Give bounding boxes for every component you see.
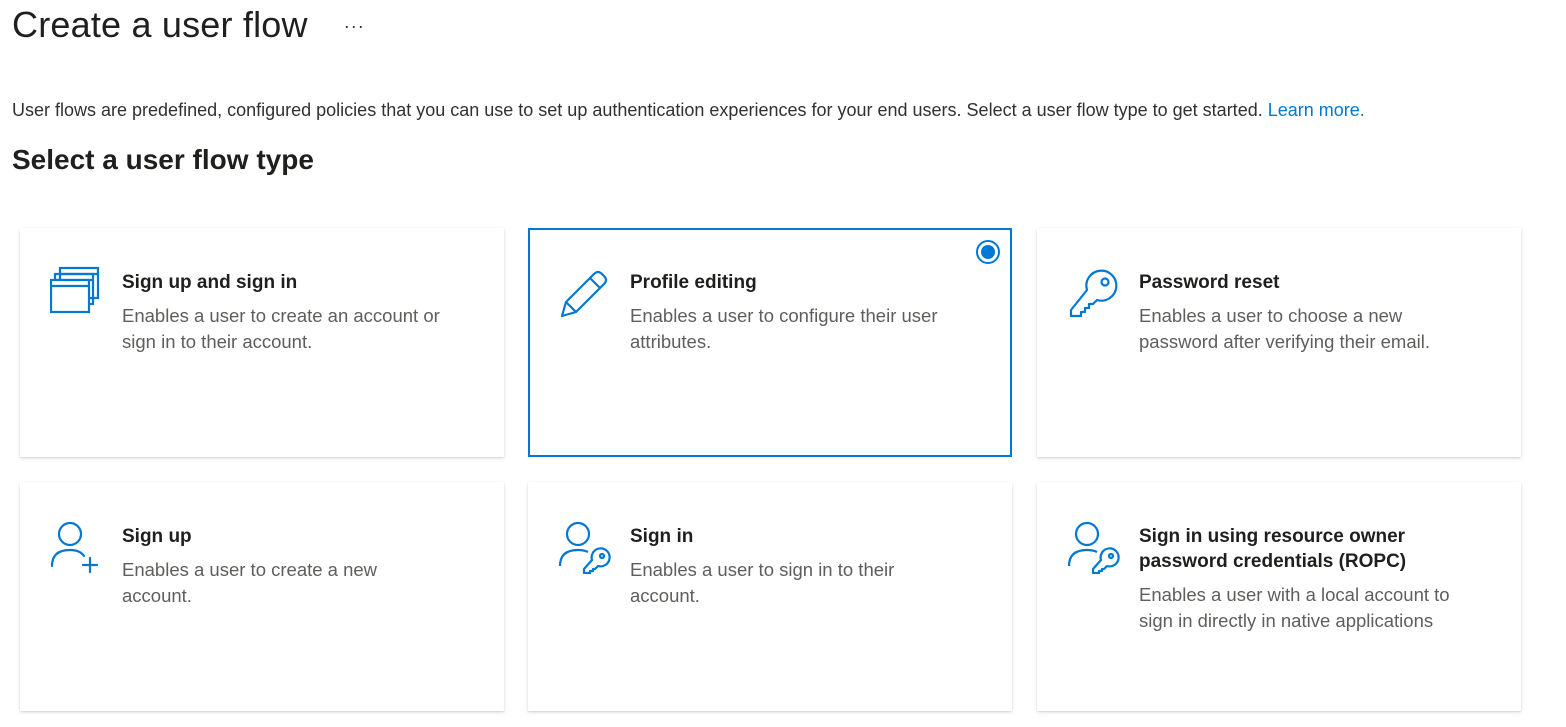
card-title: Sign in using resource owner password cr… [1139,526,1407,572]
card-title: Profile editing [630,272,757,293]
card-description: Enables a user to configure their user a… [630,305,938,352]
card-description: Enables a user to sign in to their accou… [630,559,895,606]
person-add-icon [50,521,99,574]
flow-card-sign-up[interactable]: Sign up Enables a user to create a new a… [20,482,504,711]
flow-card-profile-editing[interactable]: Profile editing Enables a user to config… [528,228,1012,457]
card-description: Enables a user to create an account or s… [122,305,440,352]
card-title: Sign up [122,526,192,547]
card-title: Sign up and sign in [122,272,298,293]
card-description: Enables a user to create a new account. [122,559,378,606]
more-options-button[interactable]: ··· [344,16,365,37]
page-title: Create a user flow [12,4,308,45]
section-title: Select a user flow type [12,144,314,175]
windows-stack-icon [50,266,100,314]
flow-card-sign-up-and-sign-in[interactable]: Sign up and sign in Enables a user to cr… [20,228,504,457]
flow-card-sign-in[interactable]: Sign in Enables a user to sign in to the… [528,482,1012,711]
selected-radio-icon[interactable] [976,240,1000,264]
intro-text: User flows are predefined, configured po… [12,100,1268,120]
intro-description: User flows are predefined, configured po… [12,100,1365,121]
flow-card-password-reset[interactable]: Password reset Enables a user to choose … [1037,228,1521,457]
page-header: Create a user flow ··· [12,0,365,50]
person-key-icon [1067,521,1120,574]
card-description: Enables a user with a local account to s… [1139,584,1450,631]
card-title: Sign in [630,526,694,547]
key-icon [1069,269,1118,318]
card-title: Password reset [1139,272,1280,293]
person-key-icon [558,521,611,574]
flow-card-sign-in-ropc[interactable]: Sign in using resource owner password cr… [1037,482,1521,711]
pencil-icon [560,270,608,318]
card-description: Enables a user to choose a new password … [1139,305,1430,352]
learn-more-link[interactable]: Learn more. [1268,100,1365,120]
